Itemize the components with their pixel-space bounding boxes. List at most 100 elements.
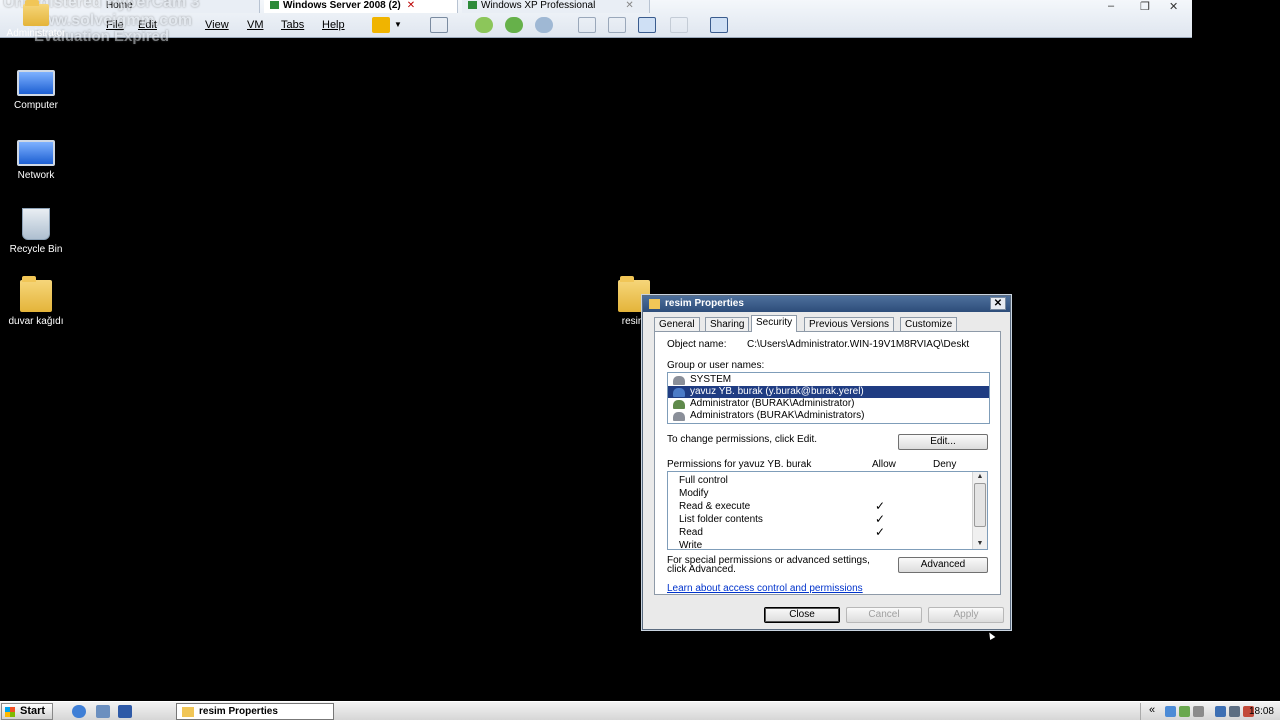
menu-label: VM [247, 19, 264, 31]
permission-row: Read ✓ [668, 526, 987, 539]
computer-icon [17, 70, 55, 96]
scroll-up-icon[interactable]: ▲ [975, 472, 985, 482]
snapshot-manager-icon[interactable] [535, 17, 553, 33]
snapshot-icon[interactable] [475, 17, 493, 33]
deny-header: Deny [933, 459, 957, 470]
advanced-button[interactable]: Advanced [898, 557, 988, 573]
menu-label: Help [322, 19, 345, 31]
group-name: yavuz YB. burak (y.burak@burak.yerel) [690, 386, 864, 397]
taskbar-item-label: resim Properties [199, 706, 278, 717]
close-icon[interactable]: ✕ [990, 297, 1006, 310]
group-name: SYSTEM [690, 374, 732, 385]
monitor-icon[interactable] [1215, 706, 1226, 717]
tab-general[interactable]: General [654, 317, 700, 331]
tab-customize[interactable]: Customize [900, 317, 958, 331]
folder-icon [20, 276, 52, 312]
desktop-icon-recycle-bin[interactable]: Recycle Bin [0, 208, 72, 255]
network-icon[interactable] [430, 17, 448, 33]
close-button[interactable]: Close [764, 607, 840, 623]
user-folder-icon [23, 0, 49, 26]
permissions-list: Full control Modify Read & execute ✓ List… [667, 471, 988, 550]
change-permissions-text: To change permissions, click Edit. [667, 434, 818, 445]
close-icon[interactable]: ✕ [625, 0, 633, 11]
scrollbar-thumb[interactable] [974, 483, 986, 527]
tab-previous-versions[interactable]: Previous Versions [804, 317, 895, 331]
special-permissions-text-2: click Advanced. [667, 564, 736, 575]
group-list[interactable]: SYSTEM yavuz YB. burak (y.burak@burak.ye… [667, 372, 990, 424]
dialog-titlebar[interactable]: resim Properties ✕ [643, 296, 1010, 312]
network-icon [17, 140, 55, 166]
desktop-icon-duvar-kagidi[interactable]: duvar kağıdı [0, 276, 72, 327]
permission-row: Modify [668, 487, 987, 500]
tab-label: Windows Server 2008 (2) [283, 0, 401, 11]
list-item[interactable]: SYSTEM [668, 374, 989, 386]
server-manager-icon[interactable] [118, 705, 132, 718]
clock[interactable]: 18:08 [1249, 706, 1274, 717]
menu-label: View [205, 19, 229, 31]
tab-windows-xp[interactable]: Windows XP Professional ✕ [462, 0, 650, 13]
cancel-button[interactable]: Cancel [846, 607, 922, 623]
tab-security[interactable]: Security [751, 315, 798, 332]
tab-windows-server-2008[interactable]: Windows Server 2008 (2) ✕ [264, 0, 458, 13]
allow-header: Allow [872, 459, 896, 470]
folder-icon [182, 707, 194, 717]
network-icon[interactable] [1165, 706, 1176, 717]
menu-vm[interactable]: VM [247, 19, 264, 31]
groups-label: Group or user names: [667, 360, 765, 371]
vm-icon [270, 1, 279, 9]
permission-row: Write [668, 539, 987, 550]
quick-switch-icon[interactable] [608, 17, 626, 33]
volume-icon[interactable] [1229, 706, 1240, 717]
permission-name: Write [679, 540, 703, 550]
start-button[interactable]: Start [1, 703, 53, 720]
printer-icon[interactable] [1193, 706, 1204, 717]
vm-icon [468, 1, 477, 9]
desktop-icon-administrator[interactable]: Administrator [0, 0, 72, 39]
power-icon[interactable] [372, 17, 390, 33]
desktop-icon-label: Network [17, 170, 55, 181]
close-button[interactable]: ✕ [1169, 0, 1178, 13]
learn-more-link[interactable]: Learn about access control and permissio… [667, 583, 863, 594]
list-item[interactable]: Administrators (BURAK\Administrators) [668, 410, 989, 422]
menu-view[interactable]: View [205, 19, 229, 31]
desktop-icon-label: Recycle Bin [9, 244, 63, 255]
scroll-down-icon[interactable]: ▼ [975, 539, 985, 549]
unity-icon[interactable] [670, 17, 688, 33]
desktop-icon-label: Computer [14, 100, 58, 111]
scrollbar[interactable]: ▲ ▼ [972, 472, 987, 549]
desktop-icon-network[interactable]: Network [0, 140, 72, 181]
console-view-icon[interactable] [578, 17, 596, 33]
permission-name: List folder contents [679, 514, 763, 525]
menu-help[interactable]: Help [322, 19, 345, 31]
full-screen-icon[interactable] [638, 17, 656, 33]
desktop-icon-computer[interactable]: Computer [0, 70, 72, 111]
permission-row: Read & execute ✓ [668, 500, 987, 513]
list-item[interactable]: Administrator (BURAK\Administrator) [668, 398, 989, 410]
fit-window-icon[interactable] [710, 17, 728, 33]
permissions-header: Permissions for yavuz YB. burak [667, 459, 812, 470]
tab-label: Windows XP Professional [481, 0, 596, 11]
mouse-cursor-icon [986, 630, 996, 641]
tab-sharing[interactable]: Sharing [705, 317, 750, 331]
close-icon[interactable]: ✕ [407, 0, 415, 11]
taskbar: Start resim Properties « 18:08 [0, 701, 1280, 720]
permission-name: Full control [679, 475, 728, 486]
minimize-button[interactable]: – [1108, 0, 1114, 12]
vmware-tools-icon[interactable] [1179, 706, 1190, 717]
show-hidden-icons-button[interactable]: « [1149, 704, 1155, 716]
explorer-icon[interactable] [96, 705, 110, 718]
chevron-down-icon[interactable]: ▼ [392, 17, 404, 33]
dialog-title: resim Properties [665, 298, 744, 309]
user-icon [673, 388, 685, 397]
maximize-button[interactable]: ❐ [1140, 0, 1150, 13]
folder-icon [649, 299, 660, 309]
internet-explorer-icon[interactable] [72, 705, 86, 718]
permission-name: Read & execute [679, 501, 751, 512]
list-item-selected[interactable]: yavuz YB. burak (y.burak@burak.yerel) [668, 386, 989, 398]
apply-button[interactable]: Apply [928, 607, 1004, 623]
revert-icon[interactable] [505, 17, 523, 33]
edit-button[interactable]: Edit... [898, 434, 988, 450]
permission-row: List folder contents ✓ [668, 513, 987, 526]
menu-tabs[interactable]: Tabs [281, 19, 304, 31]
taskbar-item-resim-properties[interactable]: resim Properties [176, 703, 334, 720]
